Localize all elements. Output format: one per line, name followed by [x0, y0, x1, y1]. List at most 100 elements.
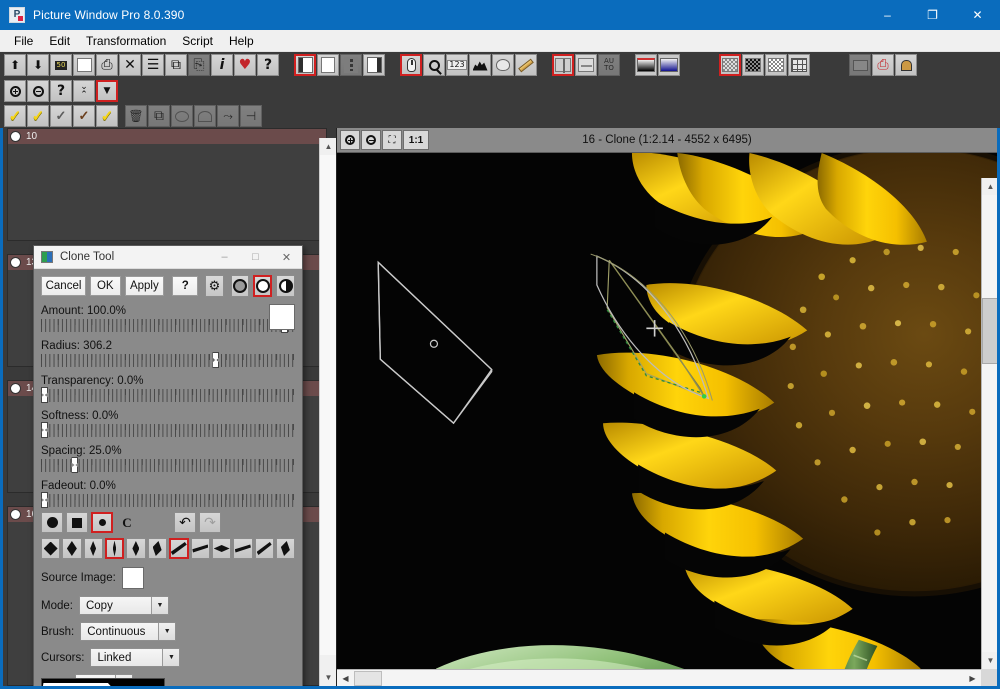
image-zoom-out-icon[interactable]	[361, 130, 381, 150]
mark-brown-4-icon[interactable]: ✓	[73, 105, 95, 127]
angle-diamond-wide-icon[interactable]	[41, 538, 61, 559]
clone-dialog-titlebar[interactable]: Clone Tool – □ ✕	[34, 246, 302, 269]
film-scan-icon[interactable]: 50	[50, 54, 72, 76]
numeric-readout-icon[interactable]: 123	[446, 54, 468, 76]
open-image-icon[interactable]: ⬆	[4, 54, 26, 76]
brush-round-small-icon[interactable]	[91, 512, 113, 533]
favorites-heart-icon[interactable]: ♥	[234, 54, 256, 76]
brush-square-icon[interactable]	[66, 512, 88, 533]
menu-edit[interactable]: Edit	[41, 31, 78, 51]
blue-ramp-icon[interactable]	[658, 54, 680, 76]
clone-close-button[interactable]: ✕	[271, 246, 302, 269]
angle-tilt-left-icon[interactable]	[147, 538, 167, 559]
fadeout-slider[interactable]	[41, 492, 295, 508]
zoom-help-icon[interactable]: ?	[50, 80, 72, 102]
delete-trash-icon[interactable]: 🗑	[125, 105, 147, 127]
angle-rise-shallow-icon[interactable]	[233, 538, 253, 559]
image-scroll-down-arrow-icon[interactable]: ▼	[982, 652, 997, 669]
print-preview-icon[interactable]: ⎙	[872, 54, 894, 76]
checker-gray-bg-icon[interactable]	[719, 54, 741, 76]
preview-white-circle-icon[interactable]	[253, 275, 273, 297]
undo-icon[interactable]: ↶	[174, 512, 196, 533]
mark-yellow-2-icon[interactable]: ✓	[27, 105, 49, 127]
image-hscroll-thumb[interactable]	[354, 670, 382, 686]
filmstrip-right-icon[interactable]	[363, 54, 385, 76]
image-scroll-up-arrow-icon[interactable]: ▲	[982, 178, 997, 195]
clone-tool-dialog[interactable]: Clone Tool – □ ✕ Cancel OK Apply ? ⚙ Amo…	[33, 245, 303, 686]
image-scroll-right-arrow-icon[interactable]: ▶	[964, 670, 981, 687]
cursors-select[interactable]: Linked ▼	[90, 648, 181, 667]
histogram-icon[interactable]	[469, 54, 491, 76]
clone-minimize-button[interactable]: –	[209, 246, 240, 269]
menu-help[interactable]: Help	[221, 31, 262, 51]
close-button[interactable]: ✕	[955, 0, 1000, 30]
amount-slider[interactable]	[41, 304, 295, 333]
thumbnail-select-radio[interactable]	[10, 509, 21, 520]
preview-dark-circle-icon[interactable]	[230, 275, 250, 297]
paste-icon[interactable]: ⎘	[188, 54, 210, 76]
maximize-button[interactable]: ❐	[910, 0, 955, 30]
radius-slider[interactable]	[41, 352, 295, 368]
black-white-ramp-icon[interactable]	[635, 54, 657, 76]
transform-icon[interactable]: ⤳	[217, 105, 239, 127]
shape-oval-icon[interactable]	[171, 105, 193, 127]
image-vscroll-thumb[interactable]	[982, 298, 997, 364]
image-actual-size-button[interactable]: 1:1	[403, 130, 429, 150]
help-icon[interactable]: ?	[257, 54, 279, 76]
grid-overlay-icon[interactable]	[788, 54, 810, 76]
list-images-icon[interactable]: ☰	[142, 54, 164, 76]
angle-diamond-vert-icon[interactable]	[126, 538, 146, 559]
align-icon[interactable]: ⊣	[240, 105, 262, 127]
thumbnail-select-radio[interactable]	[10, 383, 21, 394]
mode-select[interactable]: Copy ▼	[78, 596, 169, 615]
redo-icon[interactable]: ↷	[199, 512, 221, 533]
image-zoom-in-icon[interactable]	[340, 130, 360, 150]
angle-tilt-shallow-icon[interactable]	[190, 538, 211, 559]
menu-file[interactable]: File	[6, 31, 41, 51]
mark-gray-3-icon[interactable]: ✓	[50, 105, 72, 127]
zoom-dropdown-icon[interactable]: ▼	[96, 80, 118, 102]
menu-transformation[interactable]: Transformation	[78, 31, 174, 51]
softness-slider[interactable]	[41, 422, 295, 438]
image-canvas[interactable]: ▲ ▼ ◀ ▶	[337, 153, 997, 686]
save-image-icon[interactable]: ⬇	[27, 54, 49, 76]
angle-diamond-narrow-icon[interactable]	[83, 538, 103, 559]
angle-diamond-thin-icon[interactable]	[104, 538, 125, 559]
brush-custom-c-icon[interactable]: C	[116, 512, 138, 533]
print-icon[interactable]: ⎙	[96, 54, 118, 76]
image-horizontal-scrollbar[interactable]: ◀ ▶	[337, 669, 981, 686]
thumbstrip-scrollbar[interactable]: ▲ ▼	[319, 138, 336, 686]
preview-split-circle-icon[interactable]	[276, 275, 295, 297]
zoom-in-icon[interactable]	[4, 80, 26, 102]
angle-rise-steep-icon[interactable]	[254, 538, 274, 559]
scrollbar-thumb[interactable]	[320, 155, 336, 655]
copy-icon[interactable]: ⧉	[165, 54, 187, 76]
close-image-icon[interactable]: ✕	[119, 54, 141, 76]
scroll-down-arrow-icon[interactable]: ▼	[320, 669, 336, 686]
alarm-warning-icon[interactable]	[895, 54, 917, 76]
chevron-down-icon[interactable]: ▼	[162, 649, 180, 666]
new-blank-image-icon[interactable]	[73, 54, 95, 76]
scroll-up-arrow-icon[interactable]: ▲	[320, 138, 336, 155]
list-item[interactable]: 10	[7, 128, 327, 241]
split-vertical-icon[interactable]	[552, 54, 574, 76]
menu-script[interactable]: Script	[174, 31, 221, 51]
measure-ruler-icon[interactable]	[515, 54, 537, 76]
duplicate-icon[interactable]: ⧉	[148, 105, 170, 127]
mouse-pointer-icon[interactable]	[400, 54, 422, 76]
color-palette-icon[interactable]	[492, 54, 514, 76]
curve-graph-icon[interactable]	[849, 54, 871, 76]
angle-flat-icon[interactable]	[212, 538, 232, 559]
clone-maximize-button[interactable]: □	[240, 246, 271, 269]
info-icon[interactable]: i	[211, 54, 233, 76]
mark-yellow-1-icon[interactable]: ✓	[4, 105, 26, 127]
thumbnail-select-radio[interactable]	[10, 257, 21, 268]
checker-white-bg-icon[interactable]	[765, 54, 787, 76]
shape-arch-icon[interactable]	[194, 105, 216, 127]
gear-icon[interactable]: ⚙	[205, 275, 224, 297]
chevron-down-icon[interactable]: ▼	[158, 623, 176, 640]
chevron-down-icon[interactable]: ▼	[150, 597, 168, 614]
amount-color-swatch[interactable]	[269, 304, 295, 330]
cancel-button[interactable]: Cancel	[41, 276, 86, 296]
fit-window-icon[interactable]: ⌄ ⌃	[73, 80, 95, 102]
